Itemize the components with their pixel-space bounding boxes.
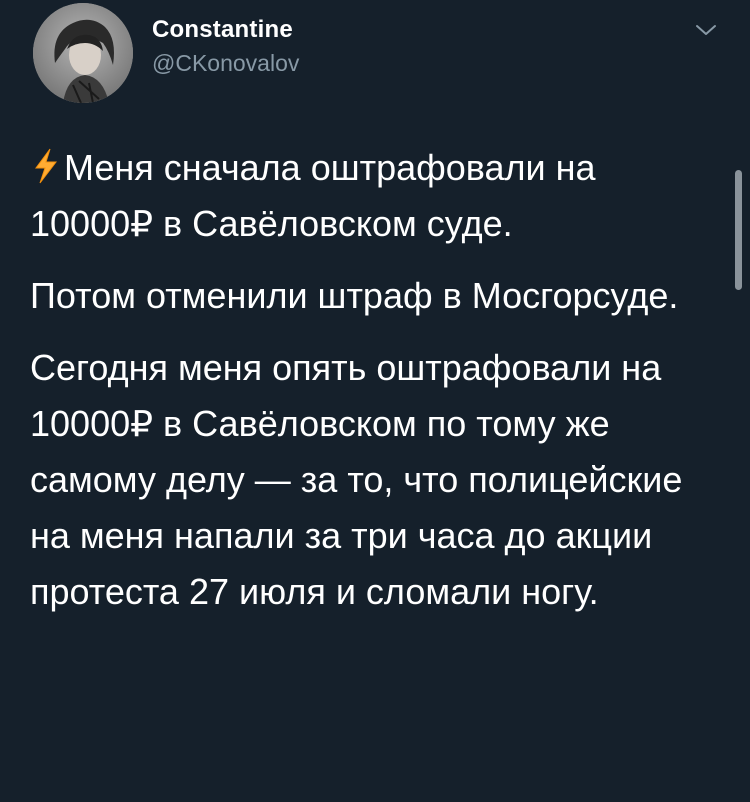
tweet-paragraph: Меня сначала оштрафовали на 10000₽ в Сав… (30, 140, 720, 252)
tweet-paragraph: Сегодня меня опять оштрафовали на 10000₽… (30, 347, 683, 612)
user-handle[interactable]: @CKonovalov (152, 50, 299, 77)
scrollbar[interactable] (735, 170, 742, 290)
tweet-card: Constantine @CKonovalov Меня сначала ошт… (0, 0, 750, 802)
avatar[interactable] (33, 3, 133, 103)
tweet-text: Меня сначала оштрафовали на 10000₽ в Сав… (30, 140, 720, 636)
lightning-bolt-icon (30, 144, 60, 184)
tweet-paragraph: Потом отменили штраф в Мосгорсуде. (30, 275, 679, 316)
chevron-down-icon[interactable] (694, 22, 718, 38)
tweet-paragraph-text: Меня сначала оштрафовали на 10000₽ в Сав… (30, 147, 596, 244)
display-name[interactable]: Constantine (152, 16, 293, 44)
